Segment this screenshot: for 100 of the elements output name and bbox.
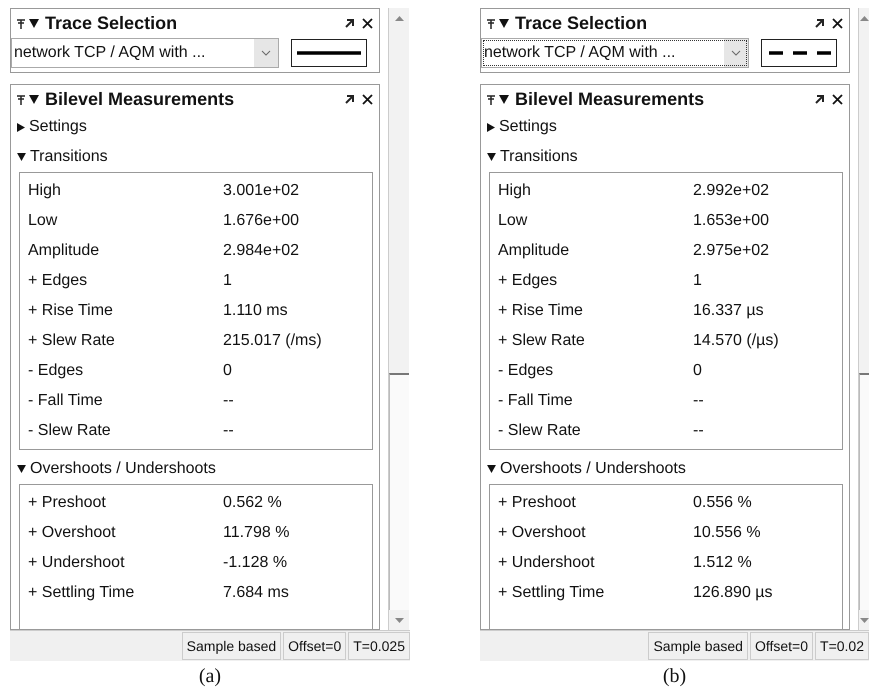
triangle-down-icon bbox=[17, 153, 26, 161]
measurement-name: Low bbox=[497, 212, 528, 230]
measurement-value: 1.676e+00 bbox=[223, 212, 300, 230]
measurement-value: 2.975e+02 bbox=[693, 242, 770, 260]
measurement-value: 7.684 ms bbox=[223, 584, 289, 602]
triangle-right-icon bbox=[17, 122, 25, 132]
measurement-name: + Preshoot bbox=[497, 494, 577, 512]
measurement-value: -1.128 % bbox=[223, 554, 288, 572]
close-icon[interactable] bbox=[362, 94, 373, 105]
scroll-down-icon[interactable] bbox=[394, 618, 404, 622]
figure-caption: (b) bbox=[662, 665, 688, 688]
measurement-value: 1.110 ms bbox=[223, 302, 288, 320]
figure-caption: (a) bbox=[198, 665, 222, 688]
triangle-right-icon bbox=[487, 122, 495, 132]
measurement-name: + Edges bbox=[497, 272, 558, 290]
collapse-triangle-icon[interactable] bbox=[29, 19, 39, 28]
scrollbar[interactable] bbox=[388, 8, 409, 630]
section-header[interactable]: Settings bbox=[11, 112, 379, 142]
measurement-name: + Rise Time bbox=[497, 302, 584, 320]
measurement-value: 1 bbox=[693, 272, 702, 290]
measurement-value: 2.992e+02 bbox=[693, 182, 770, 200]
measurement-name: + Settling Time bbox=[27, 584, 136, 602]
scroll-up-icon[interactable] bbox=[860, 16, 868, 20]
measurement-name: + Settling Time bbox=[497, 584, 606, 602]
triangle-down-icon bbox=[487, 465, 496, 473]
arrow-icon[interactable] bbox=[345, 95, 354, 104]
pin-icon[interactable] bbox=[487, 94, 495, 104]
close-icon[interactable] bbox=[832, 94, 843, 105]
measurement-value: 0.562 % bbox=[223, 494, 282, 512]
measurement-name: + Undershoot bbox=[497, 554, 596, 572]
panel-title: Trace Selection bbox=[45, 13, 178, 34]
section-header[interactable]: Transitions bbox=[481, 142, 849, 172]
line-style-swatch[interactable] bbox=[291, 39, 367, 67]
pin-icon[interactable] bbox=[17, 94, 25, 104]
measurement-name: + Overshoot bbox=[497, 524, 587, 542]
chevron-down-icon bbox=[731, 50, 741, 56]
section-header[interactable]: Overshoots / Undershoots bbox=[11, 454, 379, 484]
measurement-value: 126.890 µs bbox=[693, 584, 772, 602]
status-field: T=0.025 bbox=[348, 632, 410, 660]
scroll-down-icon[interactable] bbox=[860, 618, 868, 622]
panel-title: Trace Selection bbox=[515, 13, 648, 34]
status-field: T=0.02 bbox=[815, 632, 869, 660]
measurement-name: - Slew Rate bbox=[497, 422, 582, 440]
panel-title: Bilevel Measurements bbox=[45, 89, 236, 110]
measurement-value: 2.984e+02 bbox=[223, 242, 300, 260]
close-icon[interactable] bbox=[832, 18, 843, 29]
measurement-value: -- bbox=[693, 422, 704, 440]
panel-title: Bilevel Measurements bbox=[515, 89, 706, 110]
measurement-value: 14.570 (/µs) bbox=[693, 332, 779, 350]
measurement-value: 16.337 µs bbox=[693, 302, 764, 320]
measurement-value: 3.001e+02 bbox=[223, 182, 300, 200]
arrow-icon[interactable] bbox=[815, 95, 824, 104]
measurement-name: + Rise Time bbox=[27, 302, 114, 320]
status-field: Sample based bbox=[182, 632, 282, 660]
measurement-name: Amplitude bbox=[497, 242, 570, 260]
measurement-name: - Edges bbox=[27, 362, 84, 380]
measurement-name: High bbox=[27, 182, 62, 200]
close-icon[interactable] bbox=[362, 18, 373, 29]
measurement-name: + Overshoot bbox=[27, 524, 117, 542]
measurement-name: Amplitude bbox=[27, 242, 100, 260]
scrollbar[interactable] bbox=[858, 8, 869, 630]
measurement-value: 0 bbox=[693, 362, 702, 380]
triangle-down-icon bbox=[487, 153, 496, 161]
measurement-name: High bbox=[497, 182, 532, 200]
collapse-triangle-icon[interactable] bbox=[29, 95, 39, 104]
measurement-value: -- bbox=[223, 422, 234, 440]
arrow-icon[interactable] bbox=[345, 19, 354, 28]
measurement-value: 0 bbox=[223, 362, 232, 380]
measurement-name: - Slew Rate bbox=[27, 422, 112, 440]
status-field: Offset=0 bbox=[750, 632, 814, 660]
measurement-value: 215.017 (/ms) bbox=[223, 332, 322, 350]
section-header[interactable]: Overshoots / Undershoots bbox=[481, 454, 849, 484]
collapse-triangle-icon[interactable] bbox=[499, 95, 509, 104]
trace-dropdown[interactable]: network TCP / AQM with ... bbox=[11, 38, 279, 68]
measurement-value: -- bbox=[693, 392, 704, 410]
measurement-value: 1 bbox=[223, 272, 232, 290]
measurement-name: + Edges bbox=[27, 272, 88, 290]
measurement-name: + Preshoot bbox=[27, 494, 107, 512]
measurement-name: - Fall Time bbox=[27, 392, 104, 410]
measurement-value: 10.556 % bbox=[693, 524, 761, 542]
arrow-icon[interactable] bbox=[815, 19, 824, 28]
line-style-swatch[interactable] bbox=[761, 39, 837, 67]
status-field: Offset=0 bbox=[283, 632, 346, 660]
measurement-value: 11.798 % bbox=[223, 524, 290, 542]
measurement-value: 0.556 % bbox=[693, 494, 752, 512]
scroll-up-icon[interactable] bbox=[394, 16, 404, 20]
measurement-name: Low bbox=[27, 212, 58, 230]
chevron-down-icon bbox=[261, 50, 271, 56]
pin-icon[interactable] bbox=[487, 18, 495, 28]
trace-dropdown[interactable]: network TCP / AQM with ... bbox=[481, 38, 749, 68]
section-header[interactable]: Settings bbox=[481, 112, 849, 142]
measurement-name: + Slew Rate bbox=[27, 332, 116, 350]
section-header[interactable]: Transitions bbox=[11, 142, 379, 172]
pin-icon[interactable] bbox=[17, 18, 25, 28]
measurement-value: 1.512 % bbox=[693, 554, 752, 572]
collapse-triangle-icon[interactable] bbox=[499, 19, 509, 28]
measurement-value: -- bbox=[223, 392, 234, 410]
measurement-value: 1.653e+00 bbox=[693, 212, 770, 230]
measurement-name: + Slew Rate bbox=[497, 332, 586, 350]
status-field: Sample based bbox=[648, 632, 748, 660]
